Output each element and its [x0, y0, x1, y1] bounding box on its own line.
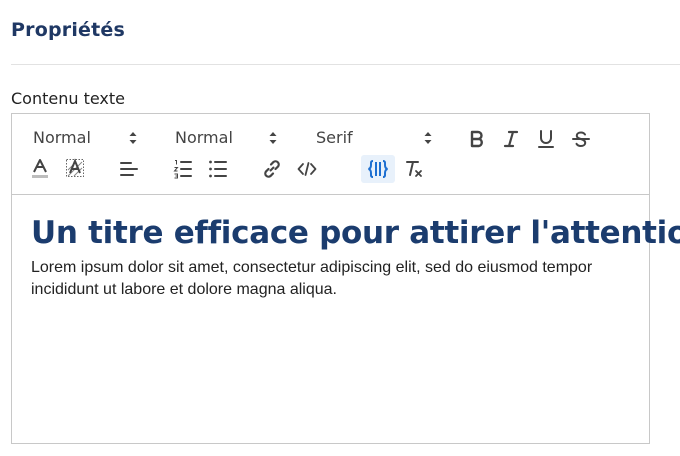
code-button[interactable] [295, 157, 319, 181]
font-select[interactable]: Serif [316, 128, 436, 148]
heading-select-value: Normal [33, 128, 91, 147]
strikethrough-button[interactable] [569, 127, 593, 151]
align-button[interactable] [117, 157, 141, 181]
clear-format-icon [406, 161, 422, 177]
divider [11, 64, 680, 65]
content-heading: Un titre efficace pour attirer l'attenti… [31, 215, 680, 251]
field-label: Contenu texte [11, 89, 126, 108]
select-arrows-icon [424, 132, 432, 144]
code-block-button[interactable] [361, 155, 395, 183]
bullet-list-button[interactable] [206, 157, 230, 181]
underline-icon [538, 130, 554, 148]
align-left-icon [120, 162, 138, 176]
rich-text-editor: Normal Normal Serif Un titre efficace po… [11, 113, 680, 444]
strikethrough-icon [572, 131, 590, 148]
size-select-value: Normal [175, 128, 233, 147]
select-arrows-icon [129, 132, 137, 144]
italic-button[interactable] [499, 127, 523, 151]
size-select[interactable]: Normal [175, 128, 281, 148]
text-color-button[interactable] [28, 157, 52, 181]
background-color-button[interactable] [63, 157, 87, 181]
text-color-icon [32, 159, 48, 178]
ordered-list-icon [173, 160, 192, 179]
editor-content[interactable]: Un titre efficace pour attirer l'attenti… [31, 214, 680, 301]
font-select-value: Serif [316, 128, 353, 147]
link-button[interactable] [260, 157, 284, 181]
bullet-list-icon [209, 160, 227, 178]
code-block-icon [368, 160, 388, 178]
code-icon [297, 162, 317, 176]
bold-button[interactable] [465, 127, 489, 151]
editor-toolbar: Normal Normal Serif [12, 114, 649, 195]
clear-format-button[interactable] [402, 157, 426, 181]
panel-title: Propriétés [11, 19, 125, 41]
select-arrows-icon [269, 132, 277, 144]
italic-icon [503, 130, 519, 148]
content-paragraph: Lorem ipsum dolor sit amet, consectetur … [31, 259, 593, 298]
link-icon [264, 160, 280, 178]
underline-button[interactable] [534, 127, 558, 151]
ordered-list-button[interactable] [171, 157, 195, 181]
bold-icon [470, 130, 483, 148]
heading-select[interactable]: Normal [33, 128, 139, 148]
background-color-icon [66, 158, 84, 177]
